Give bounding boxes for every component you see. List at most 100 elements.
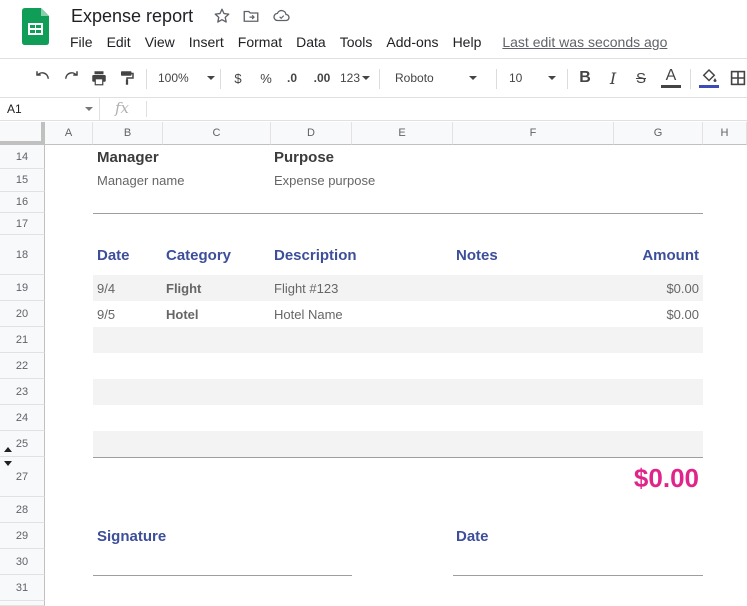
row-header-14[interactable]: 14 bbox=[0, 145, 45, 169]
move-to-folder-icon[interactable] bbox=[242, 7, 260, 25]
row-header-next bbox=[0, 601, 45, 606]
menu-tools[interactable]: Tools bbox=[333, 34, 380, 50]
decrease-decimals-button[interactable]: .0 bbox=[283, 67, 301, 89]
item-date[interactable]: 9/4 bbox=[97, 281, 115, 296]
row-header-24[interactable]: 24 bbox=[0, 405, 45, 431]
menu-insert[interactable]: Insert bbox=[182, 34, 231, 50]
menu-file[interactable]: File bbox=[63, 34, 100, 50]
item-amount[interactable]: $0.00 bbox=[666, 307, 699, 322]
row-header-28[interactable]: 28 bbox=[0, 497, 45, 523]
select-all-corner[interactable] bbox=[0, 122, 45, 145]
menu-format[interactable]: Format bbox=[231, 34, 289, 50]
chevron-down-icon bbox=[362, 76, 371, 80]
row-header-17[interactable]: 17 bbox=[0, 213, 45, 235]
row-header-20[interactable]: 20 bbox=[0, 301, 45, 327]
item-description[interactable]: Flight #123 bbox=[274, 281, 338, 296]
signature-line bbox=[93, 575, 352, 576]
date-line bbox=[453, 575, 703, 576]
purpose-label[interactable]: Purpose bbox=[274, 149, 334, 166]
menu-view[interactable]: View bbox=[138, 34, 182, 50]
date-column-header[interactable]: Date bbox=[97, 247, 130, 264]
column-header-h[interactable]: H bbox=[703, 122, 747, 145]
more-formats-button[interactable]: 123 bbox=[338, 67, 372, 89]
row-header-23[interactable]: 23 bbox=[0, 379, 45, 405]
row-header-21[interactable]: 21 bbox=[0, 327, 45, 353]
manager-label[interactable]: Manager bbox=[97, 149, 159, 166]
strikethrough-icon[interactable]: S bbox=[632, 67, 650, 89]
print-icon[interactable] bbox=[89, 67, 109, 89]
total-divider bbox=[93, 457, 703, 458]
item-amount[interactable]: $0.00 bbox=[666, 281, 699, 296]
increase-decimals-button[interactable]: .00 bbox=[311, 67, 333, 89]
zoom-select[interactable]: 100% bbox=[158, 67, 215, 89]
font-family-select[interactable]: Roboto bbox=[395, 67, 485, 89]
row-header-31[interactable]: 31 bbox=[0, 575, 45, 601]
row-header-25[interactable]: 25 bbox=[0, 431, 45, 457]
redo-icon[interactable] bbox=[61, 67, 81, 89]
total-amount[interactable]: $0.00 bbox=[634, 463, 699, 494]
item-description[interactable]: Hotel Name bbox=[274, 307, 343, 322]
row-header-16[interactable]: 16 bbox=[0, 192, 45, 213]
bold-icon[interactable]: B bbox=[576, 67, 594, 89]
column-header-d[interactable]: D bbox=[271, 122, 352, 145]
column-header-b[interactable]: B bbox=[93, 122, 163, 145]
table-row-band bbox=[93, 327, 703, 353]
item-date[interactable]: 9/5 bbox=[97, 307, 115, 322]
table-row-band bbox=[93, 379, 703, 405]
item-category[interactable]: Hotel bbox=[166, 307, 199, 322]
description-column-header[interactable]: Description bbox=[274, 247, 357, 264]
cloud-status-icon[interactable] bbox=[272, 7, 290, 25]
amount-column-header[interactable]: Amount bbox=[642, 247, 699, 264]
row-header-19[interactable]: 19 bbox=[0, 275, 45, 301]
last-edit-link[interactable]: Last edit was seconds ago bbox=[502, 34, 667, 50]
manager-name-cell[interactable]: Manager name bbox=[97, 173, 184, 188]
row-header-30[interactable]: 30 bbox=[0, 549, 45, 575]
row-header-15[interactable]: 15 bbox=[0, 169, 45, 192]
cell-reference: A1 bbox=[7, 102, 22, 116]
menu-help[interactable]: Help bbox=[446, 34, 489, 50]
expense-purpose-cell[interactable]: Expense purpose bbox=[274, 173, 375, 188]
signature-label[interactable]: Signature bbox=[97, 528, 166, 545]
column-header-a[interactable]: A bbox=[45, 122, 93, 145]
column-header-e[interactable]: E bbox=[352, 122, 453, 145]
expand-hidden-row-down-icon[interactable] bbox=[4, 461, 12, 466]
star-icon[interactable] bbox=[213, 7, 231, 25]
notes-column-header[interactable]: Notes bbox=[456, 247, 498, 264]
formula-divider bbox=[146, 101, 147, 117]
percent-format-button[interactable]: % bbox=[258, 67, 274, 89]
paint-format-icon[interactable] bbox=[117, 67, 137, 89]
row-header-22[interactable]: 22 bbox=[0, 353, 45, 379]
font-size-select[interactable]: 10 bbox=[509, 67, 559, 89]
document-title[interactable]: Expense report bbox=[71, 6, 193, 27]
currency-format-button[interactable]: $ bbox=[230, 67, 246, 89]
column-header-c[interactable]: C bbox=[163, 122, 271, 145]
row-header-29[interactable]: 29 bbox=[0, 523, 45, 549]
column-header-f[interactable]: F bbox=[453, 122, 614, 145]
fill-color-icon[interactable] bbox=[698, 67, 720, 89]
expand-hidden-row-up-icon[interactable] bbox=[4, 447, 12, 452]
title-bar: Expense report File Edit View Insert For… bbox=[0, 0, 747, 58]
menu-edit[interactable]: Edit bbox=[100, 34, 138, 50]
table-row-band bbox=[93, 431, 703, 457]
menu-data[interactable]: Data bbox=[289, 34, 333, 50]
toolbar-divider bbox=[146, 69, 147, 89]
borders-icon[interactable] bbox=[730, 67, 747, 89]
chevron-down-icon bbox=[206, 76, 215, 80]
undo-icon[interactable] bbox=[33, 67, 53, 89]
name-box[interactable]: A1 bbox=[0, 98, 100, 120]
row-header-18[interactable]: 18 bbox=[0, 235, 45, 275]
toolbar-divider bbox=[220, 69, 221, 89]
category-column-header[interactable]: Category bbox=[166, 247, 231, 264]
italic-icon[interactable]: I bbox=[604, 67, 622, 89]
chevron-down-icon bbox=[548, 76, 557, 80]
formula-bar: A1 fx bbox=[0, 98, 747, 121]
signature-date-label[interactable]: Date bbox=[456, 528, 489, 545]
item-category[interactable]: Flight bbox=[166, 281, 201, 296]
toolbar-divider bbox=[379, 69, 380, 89]
font-family-value: Roboto bbox=[395, 71, 434, 85]
more-formats-label: 123 bbox=[339, 71, 361, 85]
column-header-g[interactable]: G bbox=[614, 122, 703, 145]
text-color-icon[interactable]: A bbox=[660, 67, 682, 89]
sheets-logo-icon[interactable] bbox=[22, 8, 49, 45]
menu-add-ons[interactable]: Add-ons bbox=[379, 34, 445, 50]
